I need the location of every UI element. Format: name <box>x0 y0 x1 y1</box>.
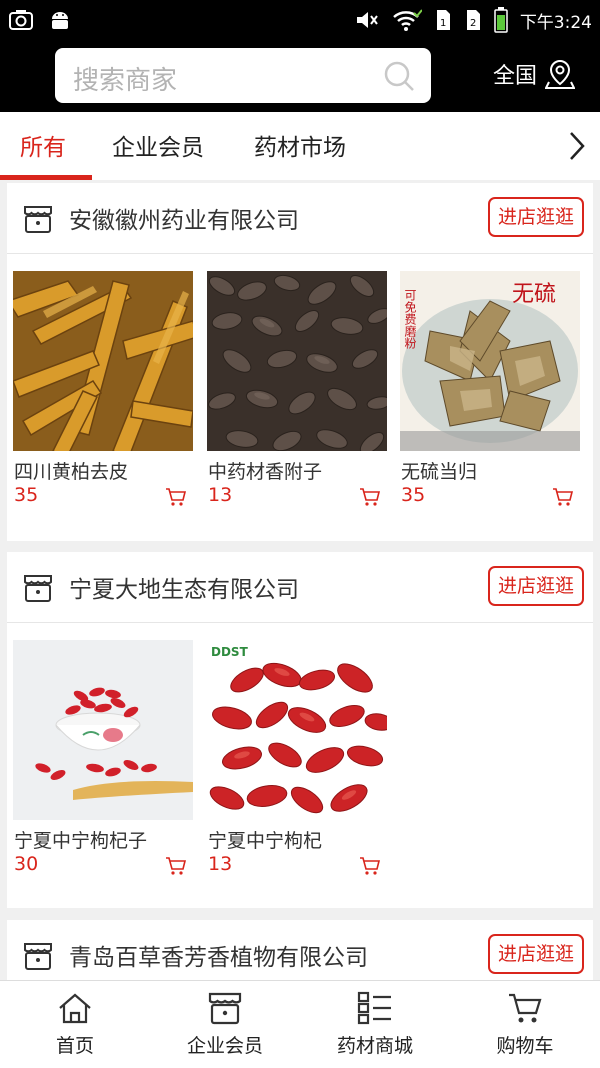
sim2-icon: 2 <box>466 10 480 30</box>
product-price: 35 <box>401 484 426 506</box>
shop-header: 安徽徽州药业有限公司 进店逛逛 <box>7 183 593 254</box>
home-icon <box>59 993 91 1024</box>
shop-name[interactable]: 安徽徽州药业有限公司 <box>69 201 299 235</box>
header: 搜索商家 全国 <box>0 40 600 112</box>
search-box[interactable]: 搜索商家 <box>55 48 431 103</box>
shop-card: 青岛百草香芳香植物有限公司 进店逛逛 <box>7 920 593 980</box>
category-tabs: 所有 企业会员 药材市场 <box>0 112 600 180</box>
nav-cart[interactable]: 购物车 <box>450 981 600 1068</box>
shop-name[interactable]: 青岛百草香芳香植物有限公司 <box>69 938 368 972</box>
product-image[interactable]: 无硫 可免费磨粉 <box>400 271 580 451</box>
nav-home-label: 首页 <box>55 1035 94 1057</box>
product-card[interactable]: 宁夏中宁枸杞子 30 <box>13 640 193 875</box>
add-to-cart-icon[interactable] <box>165 487 187 507</box>
visit-shop-button[interactable]: 进店逛逛 <box>487 566 584 606</box>
shop-icon <box>24 943 52 970</box>
product-card[interactable]: 四川黄柏去皮 35 <box>13 271 193 506</box>
shop-icon <box>208 992 242 1025</box>
chevron-right-icon[interactable] <box>568 130 586 162</box>
visit-shop-button[interactable]: 进店逛逛 <box>487 934 584 974</box>
product-name[interactable]: 中药材香附子 <box>208 457 322 484</box>
nav-home[interactable]: 首页 <box>0 981 150 1068</box>
mute-icon <box>356 12 378 28</box>
nav-herb-mall-label: 药材商城 <box>336 1035 413 1057</box>
product-image[interactable]: DDST <box>207 640 387 820</box>
wifi-icon <box>392 9 422 31</box>
shop-card: 安徽徽州药业有限公司 进店逛逛 四川黄柏去皮 35 中药材香附子 13 无硫 可… <box>7 183 593 541</box>
android-icon <box>52 12 68 29</box>
tab-herb-market[interactable]: 药材市场 <box>254 128 346 162</box>
region-selector[interactable]: 全国 <box>493 58 576 90</box>
visit-shop-button[interactable]: 进店逛逛 <box>487 197 584 237</box>
search-placeholder[interactable]: 搜索商家 <box>73 60 177 97</box>
list-icon <box>357 991 391 1025</box>
nav-cart-label: 购物车 <box>496 1035 554 1057</box>
shop-header: 青岛百草香芳香植物有限公司 进店逛逛 <box>7 920 593 980</box>
shop-icon <box>24 575 52 602</box>
status-bar: 1 2 下午3:24 <box>0 0 600 40</box>
product-image[interactable] <box>13 271 193 451</box>
cart-icon <box>509 993 542 1023</box>
add-to-cart-icon[interactable] <box>165 856 187 876</box>
camera-icon <box>9 10 33 30</box>
product-name[interactable]: 四川黄柏去皮 <box>14 457 128 484</box>
svg-text:2: 2 <box>470 18 476 29</box>
status-time: 下午3:24 <box>519 12 592 33</box>
add-to-cart-icon[interactable] <box>359 487 381 507</box>
product-image[interactable] <box>13 640 193 820</box>
battery-icon <box>494 7 508 33</box>
product-price: 13 <box>208 484 233 506</box>
product-image-text: 无硫 <box>512 282 556 307</box>
brand-logo-text: DDST <box>211 645 249 659</box>
product-card[interactable]: 中药材香附子 13 <box>207 271 387 506</box>
product-image-side-text: 可免费磨粉 <box>403 289 417 349</box>
product-price: 35 <box>14 484 39 506</box>
add-to-cart-icon[interactable] <box>552 487 574 507</box>
tab-enterprise-members[interactable]: 企业会员 <box>112 128 204 162</box>
nav-enterprise-members-label: 企业会员 <box>186 1035 263 1057</box>
location-pin-icon <box>545 59 576 89</box>
shop-card: 宁夏大地生态有限公司 进店逛逛 宁夏中宁枸杞子 30 DDST 宁夏中宁枸杞 1… <box>7 552 593 908</box>
nav-enterprise-members[interactable]: 企业会员 <box>150 981 300 1068</box>
search-icon[interactable] <box>383 60 415 92</box>
active-tab-indicator <box>0 175 92 180</box>
product-name[interactable]: 宁夏中宁枸杞子 <box>14 826 147 853</box>
svg-text:1: 1 <box>440 18 446 29</box>
product-name[interactable]: 宁夏中宁枸杞 <box>208 826 322 853</box>
product-name[interactable]: 无硫当归 <box>401 457 477 484</box>
tab-all[interactable]: 所有 <box>20 128 66 162</box>
shop-name[interactable]: 宁夏大地生态有限公司 <box>69 570 299 604</box>
product-price: 30 <box>14 853 39 875</box>
nav-herb-mall[interactable]: 药材商城 <box>300 981 450 1068</box>
product-card[interactable]: DDST 宁夏中宁枸杞 13 <box>207 640 387 875</box>
shop-icon <box>24 206 52 233</box>
product-price: 13 <box>208 853 233 875</box>
product-image[interactable] <box>207 271 387 451</box>
shop-header: 宁夏大地生态有限公司 进店逛逛 <box>7 552 593 623</box>
region-label: 全国 <box>493 64 538 89</box>
sim1-icon: 1 <box>436 10 450 30</box>
add-to-cart-icon[interactable] <box>359 856 381 876</box>
bottom-navigation: 首页 企业会员 药材商城 购物车 <box>0 980 600 1068</box>
product-card[interactable]: 无硫 可免费磨粉 无硫当归 35 <box>400 271 580 506</box>
